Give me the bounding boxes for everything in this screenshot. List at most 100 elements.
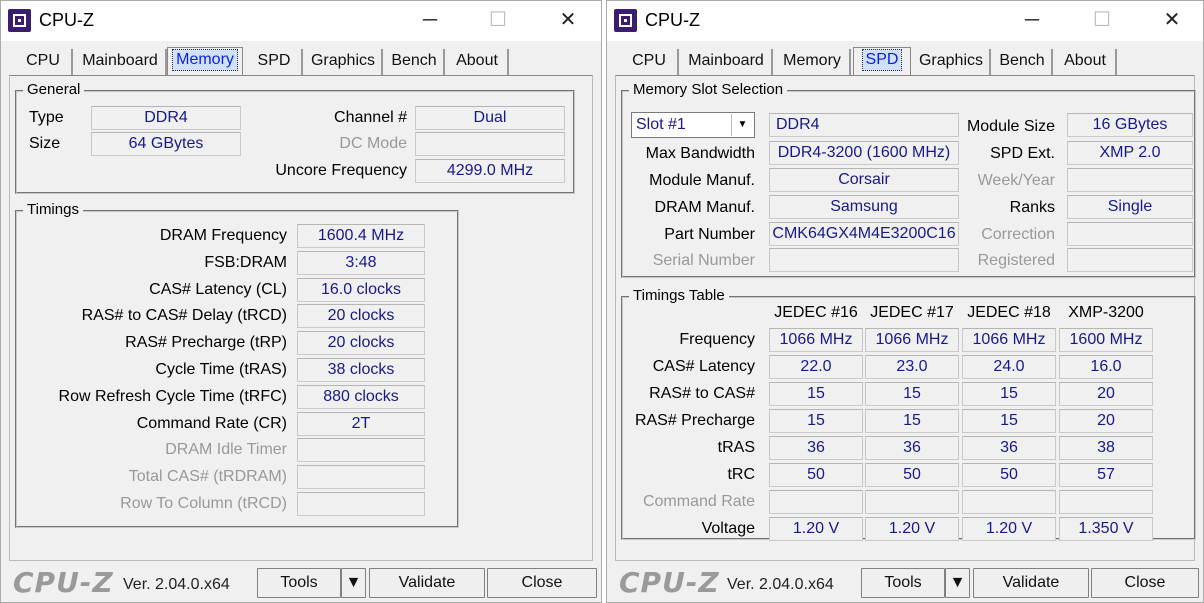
timing-value: 1600.4 MHz <box>297 224 425 248</box>
window-title: CPU-Z <box>645 10 700 30</box>
tab-spd[interactable]: SPD <box>853 47 911 75</box>
tab-memory[interactable]: Memory <box>775 49 851 75</box>
slot-selection-group: Memory Slot Selection Slot #1 ▼ DDR4 Mod… <box>621 81 1196 278</box>
channel-value: Dual <box>415 106 565 130</box>
cpuz-window-spd: CPU-Z ─ ☐ ✕ CPU Mainboard Memory SPD Gra… <box>606 0 1204 603</box>
timings-cell: 15 <box>769 409 863 433</box>
cpuz-logo: CPU-Z <box>13 566 114 599</box>
close-icon[interactable]: ✕ <box>545 1 591 41</box>
validate-button[interactable]: Validate <box>973 568 1089 598</box>
timings-cell <box>1059 490 1153 514</box>
timings-cell: 15 <box>769 382 863 406</box>
timing-label: Command Rate (CR) <box>136 414 287 432</box>
tab-cpu[interactable]: CPU <box>621 49 679 75</box>
dram-manuf-label: DRAM Manuf. <box>654 199 755 216</box>
tools-dropdown-icon[interactable]: ▼ <box>945 568 970 598</box>
timings-cell: 24.0 <box>962 355 1056 379</box>
title-bar[interactable]: CPU-Z ─ ☐ ✕ <box>1 1 601 41</box>
spd-panel: Memory Slot Selection Slot #1 ▼ DDR4 Mod… <box>615 75 1196 561</box>
timings-cell: 50 <box>769 463 863 487</box>
chevron-down-icon[interactable]: ▼ <box>731 114 753 136</box>
close-button[interactable]: Close <box>487 568 597 598</box>
timings-cell: 1.20 V <box>865 517 959 541</box>
tab-bar: CPU Mainboard Memory SPD Graphics Bench … <box>9 47 593 75</box>
cpuz-app-icon <box>8 9 31 32</box>
maximize-icon: ☐ <box>489 9 507 31</box>
tab-graphics[interactable]: Graphics <box>913 49 991 75</box>
timing-label: RAS# Precharge (tRP) <box>125 334 287 352</box>
timing-value: 880 clocks <box>297 384 425 409</box>
tools-dropdown-icon[interactable]: ▼ <box>341 568 366 598</box>
timings-cell: 1066 MHz <box>865 328 959 352</box>
minimize-icon[interactable]: ─ <box>1009 1 1055 41</box>
timings-cell: 15 <box>865 382 959 406</box>
timings-cell: 1600 MHz <box>1059 328 1153 352</box>
timings-column-header: JEDEC #18 <box>967 304 1051 321</box>
timings-cell <box>769 490 863 514</box>
uncore-frequency-label: Uncore Frequency <box>275 162 407 179</box>
timing-label: DRAM Idle Timer <box>165 441 287 459</box>
module-size-label: Module Size <box>966 118 1055 135</box>
timings-cell: 15 <box>962 382 1056 406</box>
timing-label: DRAM Frequency <box>159 227 287 244</box>
timing-value: 20 clocks <box>297 304 425 329</box>
timings-group-title: Timings <box>23 201 83 218</box>
minimize-icon[interactable]: ─ <box>407 1 453 41</box>
timing-label: Cycle Time (tRAS) <box>155 361 287 378</box>
cpuz-app-icon <box>614 9 637 32</box>
tab-bench[interactable]: Bench <box>993 49 1053 75</box>
timing-value <box>297 438 425 463</box>
tools-button[interactable]: Tools <box>861 568 945 598</box>
dc-mode-label: DC Mode <box>339 135 407 152</box>
timings-cell: 22.0 <box>769 355 863 379</box>
timings-cell <box>865 490 959 514</box>
timings-row-label: tRC <box>727 466 755 483</box>
title-bar[interactable]: CPU-Z ─ ☐ ✕ <box>607 1 1203 41</box>
validate-button[interactable]: Validate <box>369 568 485 598</box>
slot-select[interactable]: Slot #1 ▼ <box>631 112 755 138</box>
close-icon[interactable]: ✕ <box>1149 1 1195 41</box>
max-bandwidth-value: DDR4-3200 (1600 MHz) <box>769 141 959 165</box>
timings-row-label: tRAS <box>717 439 755 456</box>
timing-value: 2T <box>297 411 425 436</box>
slot-selection-title: Memory Slot Selection <box>629 81 788 98</box>
timings-column-header: XMP-3200 <box>1068 304 1144 321</box>
tab-memory[interactable]: Memory <box>167 47 243 75</box>
part-number-value: CMK64GX4M4E3200C16 <box>769 222 959 246</box>
timings-row-label: RAS# to CAS# <box>649 385 755 402</box>
close-button[interactable]: Close <box>1091 568 1199 598</box>
tab-cpu[interactable]: CPU <box>15 49 73 75</box>
timing-label: Total CAS# (tRDRAM) <box>128 468 287 486</box>
timings-cell: 1066 MHz <box>769 328 863 352</box>
general-group-title: General <box>23 81 85 98</box>
slot-select-value: Slot #1 <box>636 116 686 133</box>
ranks-label: Ranks <box>1009 199 1055 216</box>
module-manuf-label: Module Manuf. <box>649 172 755 189</box>
maximize-icon: ☐ <box>1093 9 1111 31</box>
timings-cell: 23.0 <box>865 355 959 379</box>
tools-button[interactable]: Tools <box>257 568 341 598</box>
week-year-value <box>1067 168 1193 192</box>
timings-column-header: JEDEC #16 <box>774 304 858 321</box>
channel-label: Channel # <box>334 109 407 126</box>
timings-cell: 20 <box>1059 409 1153 433</box>
timings-cell: 36 <box>769 436 863 460</box>
registered-value <box>1067 248 1193 272</box>
window-title: CPU-Z <box>39 10 94 30</box>
tab-graphics[interactable]: Graphics <box>305 49 383 75</box>
timing-value <box>297 465 425 490</box>
timings-table-group: Timings Table JEDEC #16 JEDEC #17 JEDEC #1… <box>621 287 1196 541</box>
tab-mainboard[interactable]: Mainboard <box>75 49 167 75</box>
memory-type-value: DDR4 <box>769 113 959 137</box>
registered-label: Registered <box>977 252 1055 269</box>
max-bandwidth-label: Max Bandwidth <box>645 145 755 162</box>
tab-bench[interactable]: Bench <box>385 49 445 75</box>
tab-mainboard[interactable]: Mainboard <box>681 49 773 75</box>
tab-spd[interactable]: SPD <box>247 49 303 75</box>
spd-ext-label: SPD Ext. <box>990 145 1055 162</box>
type-label: Type <box>29 109 64 126</box>
timings-row-label: Command Rate <box>642 493 755 510</box>
tab-about[interactable]: About <box>1055 49 1117 75</box>
tab-about[interactable]: About <box>447 49 509 75</box>
module-size-value: 16 GBytes <box>1067 113 1193 137</box>
